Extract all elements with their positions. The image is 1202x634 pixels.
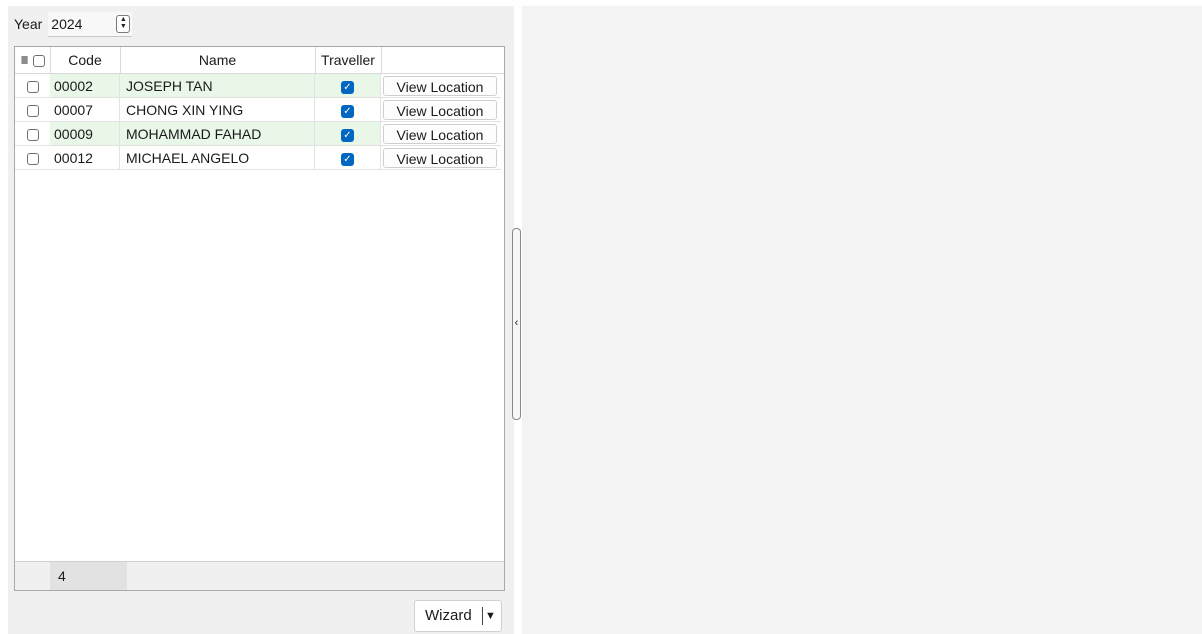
row-select-cell <box>15 122 50 146</box>
cell-code[interactable]: 00012 <box>50 146 120 170</box>
column-header-name[interactable]: Name <box>120 47 316 73</box>
row-checkbox[interactable] <box>26 153 39 166</box>
row-count: 4 <box>50 562 127 590</box>
cell-traveller: ✓ <box>315 122 381 146</box>
column-chooser-icon[interactable]: ≣ <box>20 55 28 66</box>
table-row[interactable]: 00012 MICHAEL ANGELO ✓ View Location <box>15 146 504 170</box>
table-row[interactable]: 00002 JOSEPH TAN ✓ View Location <box>15 74 504 98</box>
column-header-code[interactable]: Code <box>50 47 121 73</box>
cell-action: View Location <box>381 146 501 170</box>
column-header-action <box>381 47 501 73</box>
right-panel <box>522 6 1202 634</box>
cell-action: View Location <box>381 98 501 122</box>
view-location-button[interactable]: View Location <box>383 100 497 120</box>
table-row[interactable]: 00009 MOHAMMAD FAHAD ✓ View Location <box>15 122 504 146</box>
cell-code[interactable]: 00007 <box>50 98 120 122</box>
table-row[interactable]: 00007 CHONG XIN YING ✓ View Location <box>15 98 504 122</box>
view-location-button[interactable]: View Location <box>383 148 497 168</box>
cell-action: View Location <box>381 74 501 98</box>
cell-code[interactable]: 00002 <box>50 74 120 98</box>
year-filter: Year 2024 ▲ ▼ <box>14 11 133 37</box>
grid-header: ≣ Code Name Traveller <box>15 47 504 74</box>
traveller-checkbox[interactable]: ✓ <box>341 80 354 94</box>
cell-action: View Location <box>381 122 501 146</box>
spin-up-down-icon[interactable]: ▲ ▼ <box>116 14 131 33</box>
traveller-checkbox[interactable]: ✓ <box>341 104 354 118</box>
year-label: Year <box>14 16 43 32</box>
cell-traveller: ✓ <box>315 74 381 98</box>
wizard-label: Wizard <box>425 607 472 624</box>
select-all-checkbox[interactable] <box>32 55 45 68</box>
row-select-cell <box>15 74 50 98</box>
cell-name[interactable]: JOSEPH TAN <box>120 74 315 98</box>
grid-footer: 4 <box>15 561 504 590</box>
year-value[interactable]: 2024 <box>48 16 82 32</box>
cell-traveller: ✓ <box>315 146 381 170</box>
row-checkbox[interactable] <box>26 105 39 118</box>
row-select-cell <box>15 98 50 122</box>
row-checkbox[interactable] <box>26 81 39 94</box>
traveller-checkbox[interactable]: ✓ <box>341 128 354 142</box>
row-checkbox[interactable] <box>26 129 39 142</box>
year-spinbox[interactable]: 2024 ▲ ▼ <box>48 11 133 37</box>
chevron-left-icon[interactable]: ‹ <box>513 317 520 329</box>
cell-name[interactable]: MICHAEL ANGELO <box>120 146 315 170</box>
traveller-checkbox[interactable]: ✓ <box>341 152 354 166</box>
wizard-separator <box>482 607 483 625</box>
panel-splitter[interactable]: ‹ <box>512 228 521 420</box>
cell-traveller: ✓ <box>315 98 381 122</box>
wizard-button[interactable]: Wizard ▼ <box>414 600 502 632</box>
cell-name[interactable]: CHONG XIN YING <box>120 98 315 122</box>
header-select-cell: ≣ <box>15 47 51 73</box>
view-location-button[interactable]: View Location <box>383 124 497 144</box>
employee-grid: ≣ Code Name Traveller 00002 JOSEPH TAN ✓ Vi… <box>14 46 505 591</box>
view-location-button[interactable]: View Location <box>383 76 497 96</box>
row-select-cell <box>15 146 50 170</box>
cell-name[interactable]: MOHAMMAD FAHAD <box>120 122 315 146</box>
cell-code[interactable]: 00009 <box>50 122 120 146</box>
column-header-traveller[interactable]: Traveller <box>315 47 382 73</box>
left-panel: Year 2024 ▲ ▼ ≣ Code Name Traveller 00002… <box>8 6 514 634</box>
dropdown-arrow-icon[interactable]: ▼ <box>485 601 496 631</box>
